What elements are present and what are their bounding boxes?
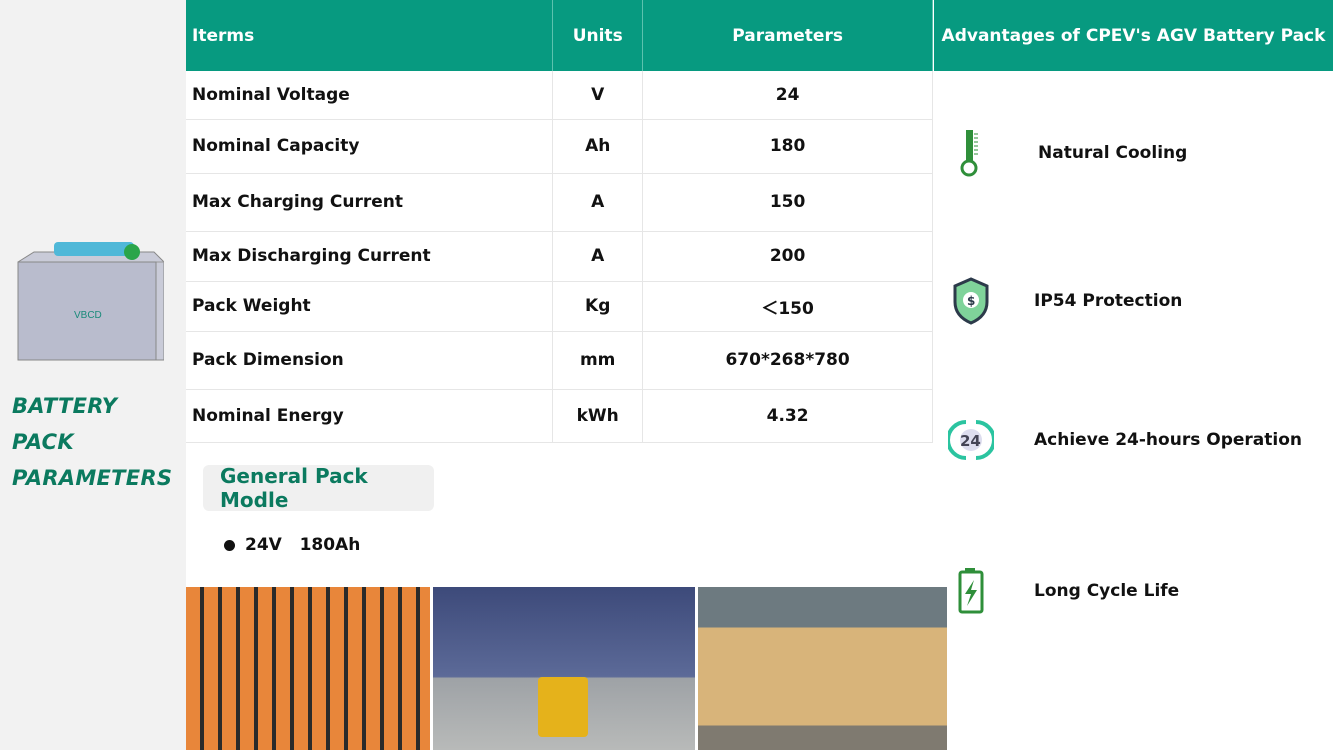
- svg-text:$: $: [967, 294, 975, 308]
- advantages-header: Advantages of CPEV's AGV Battery Pack: [934, 0, 1333, 71]
- unit-cell: Kg: [552, 281, 644, 332]
- unit-cell: V: [552, 71, 644, 120]
- general-pack-model-label: General Pack Modle: [203, 464, 434, 512]
- table-row: Nominal Capacity Ah 180: [186, 119, 933, 174]
- value-cell: 4.32: [642, 389, 933, 443]
- unit-cell: Ah: [552, 119, 644, 174]
- title-line-1: BATTERY PACK: [12, 394, 118, 454]
- table-row: Max Charging Current A 150: [186, 173, 933, 232]
- spec-text: 24V 180Ah: [245, 535, 361, 555]
- value-cell: 150: [642, 173, 933, 232]
- table-row: Pack Dimension mm 670*268*780: [186, 331, 933, 390]
- battery-pack-image: VBCD: [17, 242, 164, 361]
- table-row: Max Discharging Current A 200: [186, 231, 933, 282]
- table-row: Pack Weight Kg ＜150: [186, 281, 933, 332]
- advantage-long-cycle: Long Cycle Life: [948, 566, 1179, 616]
- advantage-label: Achieve 24-hours Operation: [1034, 430, 1302, 450]
- svg-text:VBCD: VBCD: [74, 310, 102, 321]
- 24-icon-text: 24: [960, 432, 981, 450]
- header-parameters: Parameters: [642, 0, 933, 71]
- value-cell: 180: [642, 119, 933, 174]
- table-row: Nominal Voltage V 24: [186, 71, 933, 120]
- packaging-crates-photo: [698, 587, 947, 750]
- table-row: Nominal Energy kWh 4.32: [186, 389, 933, 443]
- item-cell: Max Charging Current: [186, 173, 554, 232]
- unit-cell: kWh: [552, 389, 644, 443]
- model-spec: 24V 180Ah: [224, 535, 360, 555]
- battery-charging-icon: [958, 568, 984, 614]
- advantage-label: IP54 Protection: [1034, 291, 1183, 311]
- value-cell: 670*268*780: [642, 331, 933, 390]
- item-cell: Nominal Energy: [186, 389, 554, 443]
- shield-icon: $: [953, 277, 989, 325]
- advantage-natural-cooling: Natural Cooling: [948, 128, 1187, 178]
- item-cell: Pack Dimension: [186, 331, 554, 390]
- parameters-table: Iterms Units Parameters Nominal Voltage V…: [186, 0, 933, 443]
- bullet-icon: [224, 539, 235, 551]
- value-cell: ＜150: [642, 281, 933, 332]
- advantage-label: Long Cycle Life: [1034, 581, 1180, 601]
- unit-cell: mm: [552, 331, 644, 390]
- item-cell: Nominal Voltage: [186, 71, 554, 120]
- header-items: Iterms: [186, 0, 554, 71]
- advantage-label: Natural Cooling: [1038, 143, 1188, 163]
- battery-cells-photo: [186, 587, 430, 750]
- advantage-ip54: $ IP54 Protection: [948, 276, 1182, 326]
- item-cell: Pack Weight: [186, 281, 554, 332]
- page-title: BATTERY PACK PARAMETERS: [12, 388, 186, 496]
- advantage-24-hours: 24 Achieve 24-hours Operation: [948, 415, 1302, 465]
- value-cell: 200: [642, 231, 933, 282]
- 24-hours-icon: 24: [948, 420, 994, 460]
- left-panel: VBCD BATTERY PACK PARAMETERS: [0, 0, 186, 750]
- unit-cell: A: [552, 173, 644, 232]
- unit-cell: A: [552, 231, 644, 282]
- agv-vehicle: [538, 677, 588, 737]
- title-line-2: PARAMETERS: [12, 466, 173, 490]
- value-cell: 24: [642, 71, 933, 120]
- item-cell: Max Discharging Current: [186, 231, 554, 282]
- thermometer-icon: [960, 130, 978, 177]
- header-units: Units: [552, 0, 644, 71]
- item-cell: Nominal Capacity: [186, 119, 554, 174]
- warehouse-photo: [433, 587, 695, 750]
